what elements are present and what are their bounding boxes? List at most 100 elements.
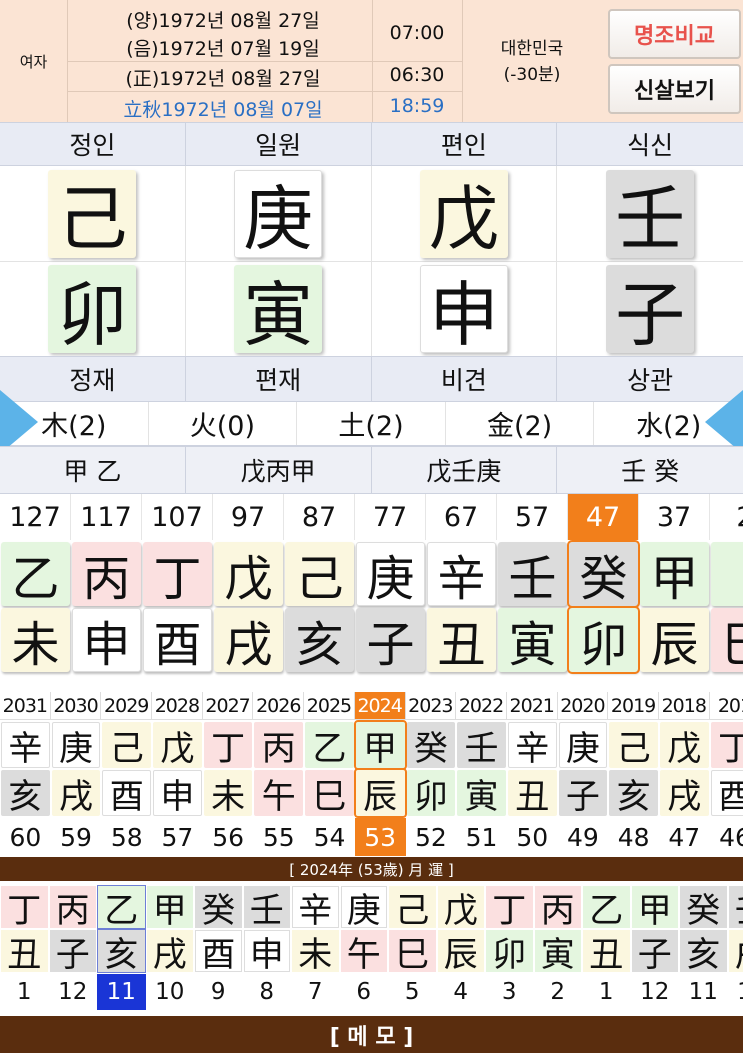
year-age: 46 [719, 822, 743, 852]
year-stem: 辛 [507, 722, 557, 769]
month-column[interactable]: 庚午 6 [340, 884, 389, 1010]
year-branch: 丑 [507, 770, 557, 817]
year-stem: 戊 [153, 722, 202, 769]
year-label: 2024 [354, 692, 406, 720]
year-column[interactable]: 2023 癸卯 52 [405, 692, 457, 856]
year-column[interactable]: 2026 丙午 55 [253, 692, 305, 856]
daeun-column[interactable]: 117 丙申 [71, 494, 142, 674]
daeun-column[interactable]: 77 庚子 [355, 494, 426, 674]
daeun-age: 47 [568, 494, 639, 540]
month-stem: 丁 [1, 886, 48, 931]
month-column[interactable]: 乙亥 11 [97, 884, 146, 1010]
month-column[interactable]: 丙寅 2 [534, 884, 583, 1010]
daeun-column[interactable]: 87 己亥 [284, 494, 355, 674]
month-column[interactable]: 甲戌 10 [146, 884, 195, 1010]
year-age: 58 [110, 822, 143, 852]
year-label: 2028 [152, 692, 203, 720]
branch-tile: 申 [419, 265, 508, 356]
year-branch: 申 [153, 770, 202, 817]
year-column[interactable]: 2025 乙巳 54 [304, 692, 355, 856]
year-branch-cell[interactable]: 子 [557, 262, 743, 356]
month-number: 10 [728, 974, 743, 1010]
year-stem: 乙 [305, 722, 354, 769]
daeun-column[interactable]: 2巳 [710, 494, 743, 674]
arrow-right-icon[interactable] [705, 390, 743, 454]
daeun-branch: 寅 [498, 608, 567, 673]
daeun-column[interactable]: 47 癸卯 [567, 494, 640, 674]
daeun-column[interactable]: 57 壬寅 [497, 494, 568, 674]
month-number: 7 [307, 979, 323, 1005]
compare-button[interactable]: 명조비교 [608, 9, 741, 59]
year-column[interactable]: 2029 己酉 58 [101, 692, 153, 856]
time-offset: (-30분) [503, 65, 561, 85]
month-column[interactable]: 辛未 7 [291, 884, 340, 1010]
month-column[interactable]: 丁丑 1 [0, 884, 49, 1010]
month-number: 12 [640, 979, 670, 1005]
daeun-branch: 申 [72, 608, 141, 673]
month-stem: 辛 [292, 886, 339, 931]
day-stem-cell[interactable]: 庚 [186, 166, 372, 261]
year-column[interactable]: 2021 辛丑 50 [506, 692, 558, 856]
month-column[interactable]: 己巳 5 [388, 884, 437, 1010]
month-column[interactable]: 壬戌10 [728, 884, 743, 1010]
month-branch: 辰 [437, 930, 484, 975]
year-age: 51 [465, 822, 498, 852]
year-age: 49 [567, 822, 599, 852]
branch-ten-gods-row: 정재 편재 비견 상관 [0, 356, 743, 402]
daeun-age: 2 [710, 494, 743, 540]
element-metal: 金(2) [446, 402, 595, 445]
month-number: 1 [16, 979, 32, 1005]
month-branch-cell[interactable]: 申 [372, 262, 558, 356]
year-column[interactable]: 2019 己亥 48 [608, 692, 659, 856]
daeun-age: 107 [142, 494, 213, 540]
memo-button[interactable]: [ 메 모 ] [0, 1016, 743, 1053]
daeun-column[interactable]: 107 丁酉 [142, 494, 213, 674]
year-column[interactable]: 201丁酉 46 [709, 692, 743, 856]
year-column[interactable]: 2030 庚戌 59 [50, 692, 102, 856]
month-stem-cell[interactable]: 戊 [372, 166, 558, 261]
month-column[interactable]: 甲子 12 [631, 884, 680, 1010]
daeun-column[interactable]: 127 乙未 [0, 494, 71, 674]
daeun-column[interactable]: 37 甲辰 [639, 494, 710, 674]
year-stem-cell[interactable]: 壬 [557, 166, 743, 261]
month-column[interactable]: 丙子 12 [49, 884, 98, 1010]
year-column[interactable]: 2031 辛亥 60 [0, 692, 51, 856]
stem-tile: 壬 [606, 169, 695, 260]
month-column[interactable]: 癸酉 9 [194, 884, 243, 1010]
month-column[interactable]: 壬申 8 [243, 884, 292, 1010]
hour-branch-cell[interactable]: 卯 [0, 262, 186, 356]
daeun-column[interactable]: 67 辛丑 [426, 494, 497, 674]
daeun-strip: 127 乙未 117 丙申 107 丁酉 97 戊戌 87 己亥 77 庚子 67 辛丑 57 壬寅 47 癸卯 3… [0, 494, 743, 674]
daeun-stem: 戊 [214, 542, 283, 607]
daeun-stem: 辛 [427, 542, 496, 607]
year-column[interactable]: 2022 壬寅 51 [456, 692, 507, 856]
month-column[interactable]: 戊辰 4 [437, 884, 486, 1010]
hour-stem-cell[interactable]: 己 [0, 166, 186, 261]
solar-date: (양)1972년 08월 27일 [126, 10, 320, 32]
daeun-branch: 酉 [143, 608, 212, 673]
year-column[interactable]: 2024 甲辰 53 [353, 692, 407, 856]
month-column[interactable]: 丁卯 3 [485, 884, 534, 1010]
day-branch-cell[interactable]: 寅 [186, 262, 372, 356]
year-label: 201 [709, 692, 743, 720]
sinsal-button[interactable]: 신살보기 [608, 64, 741, 114]
hidden-stem: 戊丙甲 [186, 447, 372, 493]
year-branch: 巳 [305, 770, 354, 817]
month-branch: 申 [243, 930, 290, 975]
month-column[interactable]: 乙丑 1 [582, 884, 631, 1010]
yearly-luck-strip: 2031 辛亥 60 2030 庚戌 59 2029 己酉 58 2028 戊申 57 2027 丁未 56… [0, 692, 743, 856]
month-branch: 丑 [583, 930, 630, 975]
month-column[interactable]: 癸亥 11 [679, 884, 728, 1010]
year-column[interactable]: 2028 戊申 57 [152, 692, 203, 856]
ten-god-label: 비견 [372, 357, 558, 401]
year-column[interactable]: 2027 丁未 56 [202, 692, 254, 856]
year-column[interactable]: 2020 庚子 49 [557, 692, 609, 856]
daeun-stem [711, 542, 743, 606]
month-number: 1 [598, 979, 614, 1005]
daeun-column[interactable]: 97 戊戌 [213, 494, 284, 674]
month-branch: 亥 [97, 929, 146, 975]
arrow-left-icon[interactable] [0, 390, 38, 454]
year-column[interactable]: 2018 戊戌 47 [658, 692, 710, 856]
daeun-age: 87 [284, 494, 355, 540]
corrected-date: (正)1972년 08월 27일 [125, 68, 321, 90]
